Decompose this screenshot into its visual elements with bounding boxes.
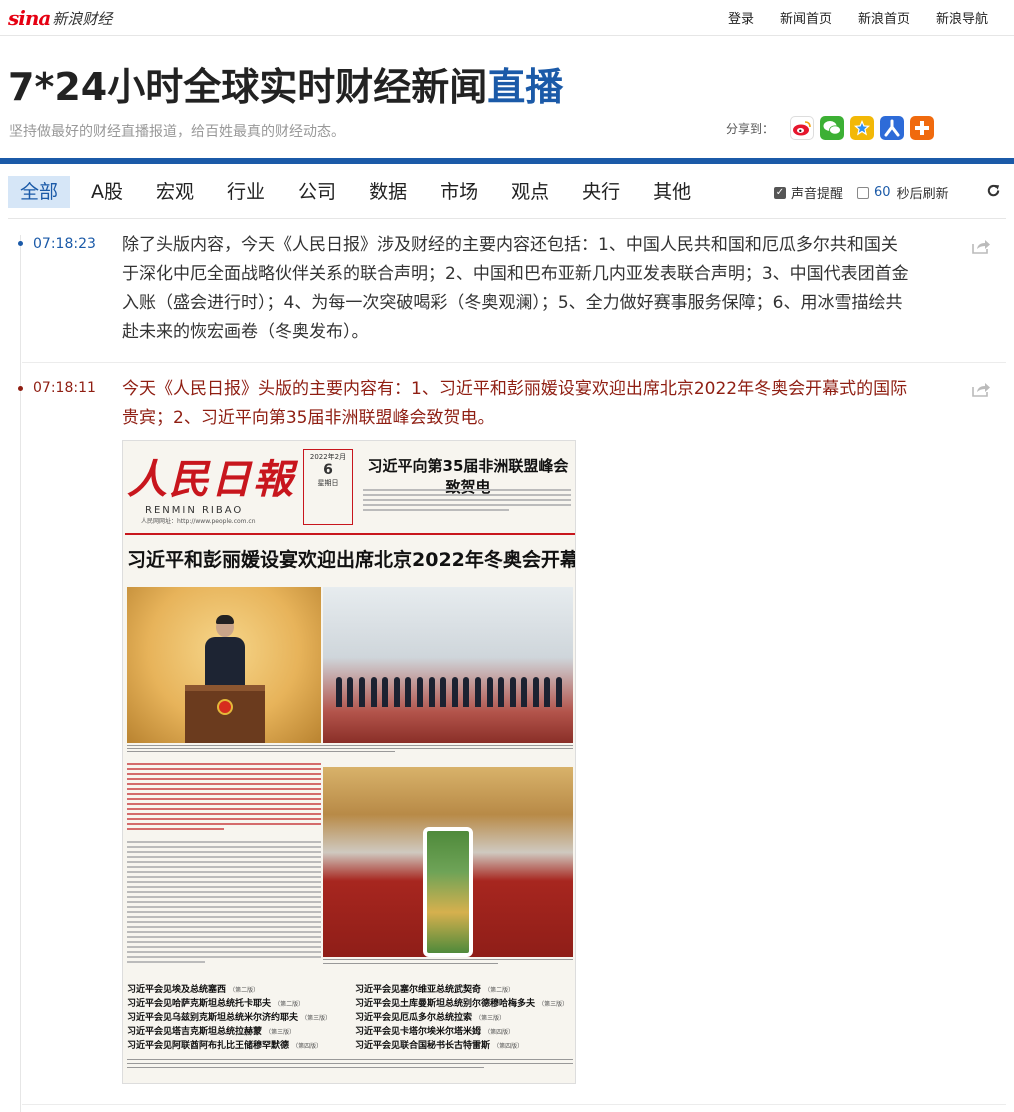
tab-macro[interactable]: 宏观 — [144, 176, 206, 208]
tab-opinion[interactable]: 观点 — [499, 176, 561, 208]
tab-central-bank[interactable]: 央行 — [570, 176, 632, 208]
page-subtitle: 坚持做最好的财经直播报道，给百姓最真的财经动态。 — [9, 124, 345, 140]
sina-home-link[interactable]: 新浪首页 — [858, 8, 910, 27]
date-weekday: 星期日 — [317, 479, 339, 487]
bottom-headline: 习近平会见土库曼斯坦总统别尔德穆哈梅多夫 （第三版） — [355, 999, 569, 1009]
bottom-headline: 习近平会见乌兹别克斯坦总统米尔济约耶夫 （第三版） — [127, 1013, 332, 1023]
news-time: 07:18:23 — [33, 236, 96, 252]
article-text-block — [363, 489, 571, 529]
article-body — [127, 841, 321, 971]
news-time: 07:18:11 — [33, 380, 96, 396]
people-icon[interactable] — [880, 116, 905, 140]
more-share-icon[interactable] — [910, 116, 935, 140]
sina-finance-logo[interactable]: sina 新浪财经 — [8, 6, 112, 30]
bottom-headline: 习近平会见厄瓜多尔总统拉索 （第三版） — [355, 1013, 506, 1023]
tab-a-shares[interactable]: A股 — [79, 176, 135, 208]
share-icon[interactable] — [971, 238, 991, 254]
banquet-caption — [323, 959, 573, 971]
refresh-controls: ✓ 声音提醒 60 秒后刷新 — [774, 183, 949, 202]
red-lead-text — [127, 763, 321, 837]
tab-market[interactable]: 市场 — [428, 176, 490, 208]
news-divider — [22, 1104, 1006, 1105]
share-label: 分享到： — [726, 121, 775, 136]
tab-industry[interactable]: 行业 — [215, 176, 277, 208]
header-divider — [0, 158, 1014, 164]
share-icon[interactable] — [971, 381, 991, 397]
category-tabs: 全部 A股 宏观 行业 公司 数据 市场 观点 央行 其他 — [8, 176, 712, 210]
bottom-headline: 习近平会见联合国秘书长古特雷斯 （第四版） — [355, 1041, 524, 1051]
qzone-icon[interactable] — [850, 116, 875, 140]
timeline-dot — [18, 241, 23, 246]
tab-other[interactable]: 其他 — [641, 176, 703, 208]
masthead-title: 人民日報 — [127, 456, 295, 503]
auto-refresh-checkbox[interactable] — [857, 186, 870, 199]
main-headline: 习近平和彭丽媛设宴欢迎出席北京2022年冬奥会开幕式的国际贵宾 — [127, 549, 576, 571]
bottom-headline: 习近平会见卡塔尔埃米尔塔米姆 （第四版） — [355, 1027, 515, 1037]
news-text: 今天《人民日报》头版的主要内容有：1、习近平和彭丽媛设宴欢迎出席北京2022年冬… — [122, 379, 908, 428]
tab-all[interactable]: 全部 — [8, 176, 71, 208]
news-divider — [22, 362, 1006, 363]
bottom-headlines: 习近平会见埃及总统塞西 （第二版） 习近平会见哈萨克斯坦总统托卡耶夫 （第二版）… — [127, 981, 573, 1081]
newspaper-front-page-image[interactable]: 人民日報 RENMIN RIBAO 人民网网址：http://www.peopl… — [122, 440, 576, 1084]
date-day: 6 — [323, 462, 333, 478]
tab-data[interactable]: 数据 — [357, 176, 419, 208]
logo-sub: 新浪财经 — [52, 9, 113, 28]
top-bar: sina 新浪财经 登录 新闻首页 新浪首页 新浪导航 — [0, 0, 1014, 36]
bottom-headline: 习近平会见塞尔维亚总统武契奇 （第二版） — [355, 985, 515, 995]
newspaper-date-box: 2022年2月 6 星期日 — [303, 449, 353, 525]
list-top-divider — [8, 218, 1006, 219]
logo-sina: sina — [8, 6, 51, 30]
group-photo — [323, 587, 573, 743]
bottom-small-text — [127, 1059, 573, 1071]
sound-alert-label: 声音提醒 — [791, 187, 844, 202]
date-line: 2022年2月 — [309, 453, 347, 461]
news-text: 除了头版内容，今天《人民日报》涉及财经的主要内容还包括：1、中国人民共和国和厄瓜… — [122, 235, 909, 342]
page-title: 7*24小时全球实时财经新闻直播 — [8, 56, 563, 111]
bottom-headline: 习近平会见哈萨克斯坦总统托卡耶夫 （第二版） — [127, 999, 305, 1009]
banquet-photo — [323, 767, 573, 957]
photo-caption — [127, 745, 573, 759]
page-title-main: 7*24小时全球实时财经新闻 — [8, 65, 488, 109]
bottom-headline: 习近平会见埃及总统塞西 （第二版） — [127, 985, 260, 995]
sina-nav-link[interactable]: 新浪导航 — [936, 8, 988, 27]
page-title-live: 直播 — [487, 65, 564, 109]
top-nav: 登录 新闻首页 新浪首页 新浪导航 — [728, 8, 988, 27]
news-home-link[interactable]: 新闻首页 — [780, 8, 832, 27]
bottom-headline: 习近平会见塔吉克斯坦总统拉赫蒙 （第三版） — [127, 1027, 296, 1037]
banquet-table — [423, 827, 473, 957]
podium — [185, 685, 265, 743]
speech-photo — [127, 587, 321, 743]
bottom-headline: 习近平会见阿联酋阿布扎比王储穆罕默德 （第四版） — [127, 1041, 323, 1051]
timeline-dot — [18, 386, 23, 391]
masthead-english: RENMIN RIBAO — [145, 505, 244, 516]
newspaper-masthead: 人民日報 RENMIN RIBAO 人民网网址：http://www.peopl… — [127, 447, 302, 527]
refresh-icon[interactable] — [986, 183, 1001, 202]
masthead-website: 人民网网址：http://www.people.com.cn — [141, 518, 256, 525]
timeline-line — [20, 235, 21, 1112]
red-rule — [125, 533, 575, 535]
share-bar: 分享到： — [726, 116, 940, 140]
weibo-icon[interactable] — [790, 116, 815, 140]
speaker-figure — [203, 615, 247, 687]
refresh-seconds: 60 — [874, 185, 891, 200]
wechat-icon[interactable] — [820, 116, 845, 140]
tab-company[interactable]: 公司 — [286, 176, 348, 208]
refresh-label: 秒后刷新 — [896, 187, 949, 202]
sound-alert-checkbox[interactable]: ✓ — [774, 186, 786, 199]
login-link[interactable]: 登录 — [728, 8, 754, 27]
